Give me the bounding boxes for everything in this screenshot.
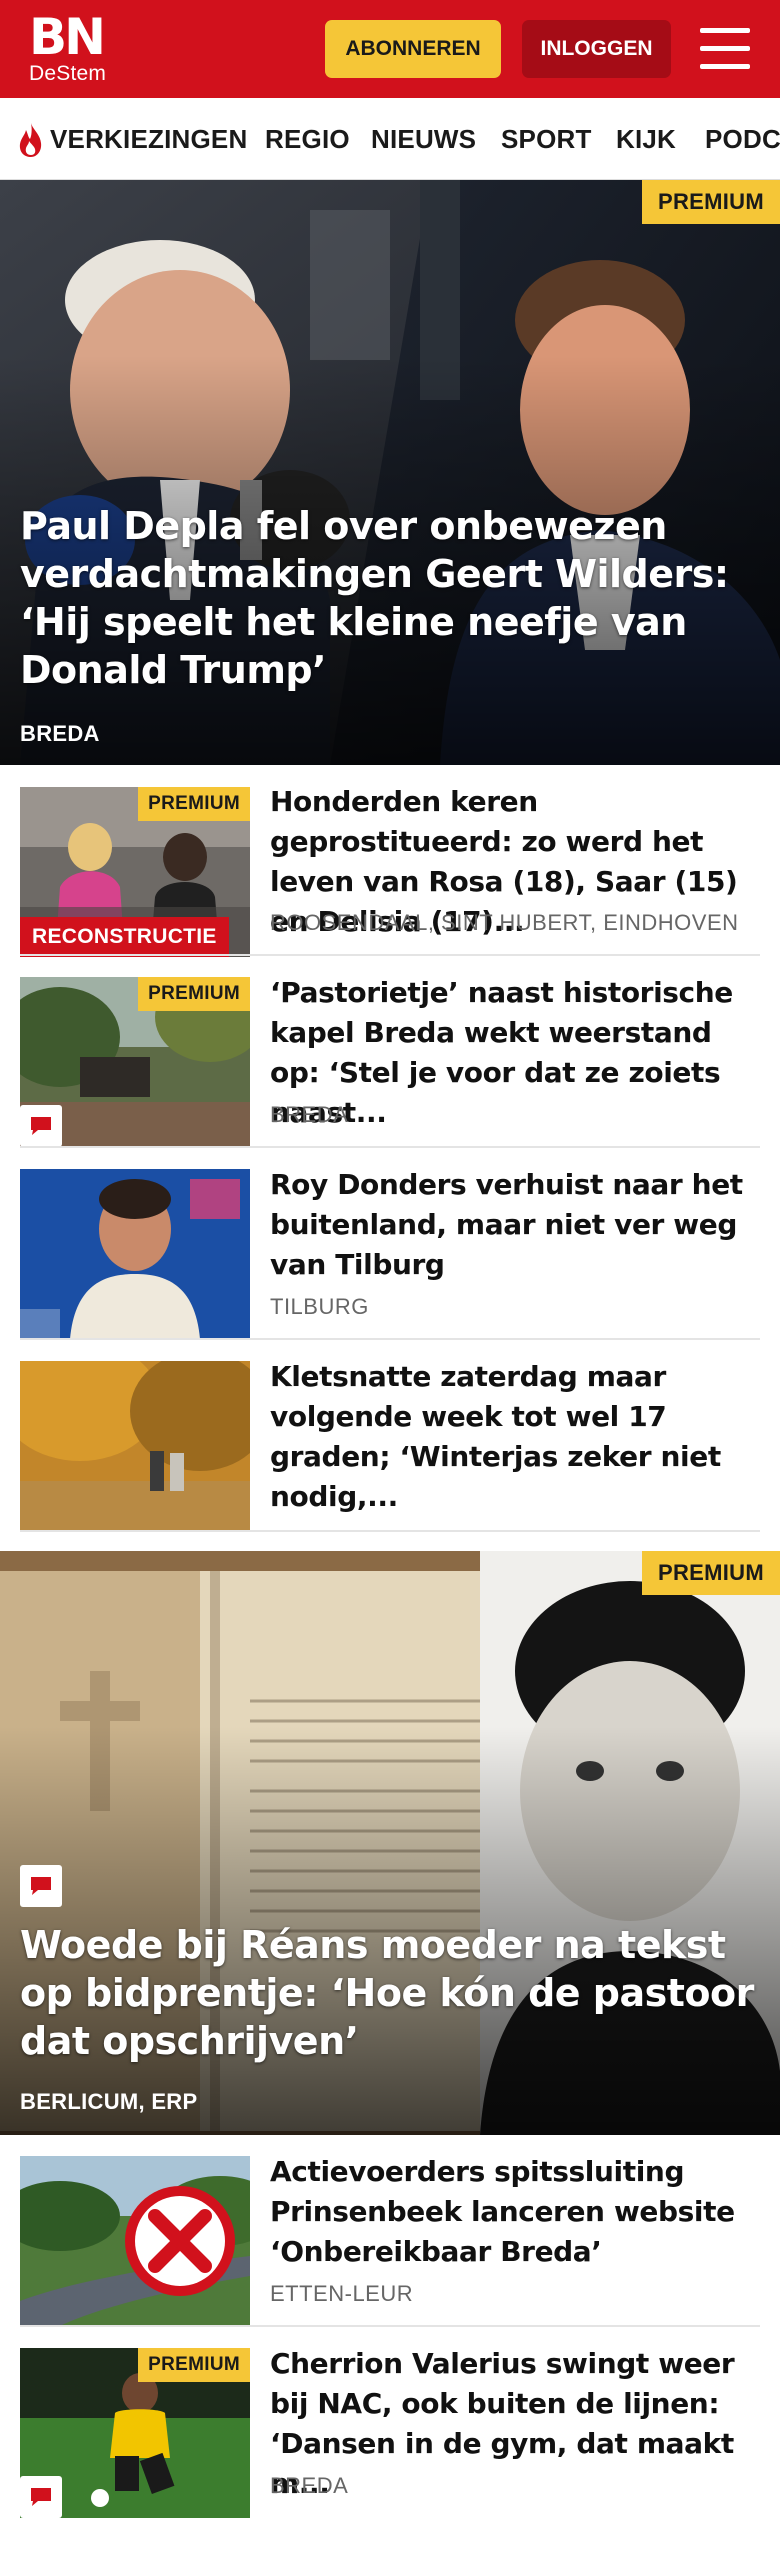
comment-icon [20,1865,62,1907]
divider [20,1530,760,1532]
article-thumbnail [20,2156,250,2326]
nav-item-kijk[interactable]: KIJK [616,122,676,156]
article-thumbnail: PREMIUM [20,977,250,1147]
nav-item-nieuws[interactable]: NIEUWS [371,122,476,156]
article-location: ETTEN-LEUR [270,2281,414,2306]
divider [20,1338,760,1340]
nav-item-verkiezingen[interactable]: VERKIEZINGEN [50,122,247,156]
article-location: ROOSENDAAL, SINT HUBERT, EINDHOVEN [270,910,739,935]
hero-location: BERLICUM, ERP [20,2089,198,2114]
article-location: TILBURG [270,1294,369,1319]
reconstructie-tag: RECONSTRUCTIE [20,917,229,957]
subscribe-button[interactable]: ABONNEREN [325,20,501,78]
article-thumbnail [20,1169,250,1339]
hero-article[interactable]: PREMIUM Paul Depla fel over onbewezen ve… [0,180,780,765]
article-headline[interactable]: Kletsnatte zaterdag maar volgende week t… [270,1357,760,1517]
premium-badge: PREMIUM [642,1551,780,1595]
divider [20,1146,760,1148]
autumn-image [20,1361,250,1531]
divider [20,2325,760,2327]
main-nav: VERKIEZINGEN REGIO NIEUWS SPORT KIJK POD… [0,98,780,180]
hero-article-2[interactable]: PREMIUM Woede bij Réans moeder na tekst … [0,1551,780,2135]
divider [20,954,760,956]
menu-icon[interactable] [700,28,750,70]
fire-icon [19,123,42,157]
premium-badge: PREMIUM [138,977,250,1011]
premium-badge: PREMIUM [642,180,780,224]
article-location: BREDA [270,2473,349,2498]
article-headline[interactable]: Roy Donders verhuist naar het buitenland… [270,1165,760,1285]
login-button[interactable]: INLOGGEN [522,20,671,78]
comment-icon [20,1105,62,1147]
hero-headline[interactable]: Woede bij Réans moeder na tekst op bidpr… [20,1921,760,2065]
comment-icon [20,2476,62,2518]
logo-sub: DeStem [29,62,107,85]
article-thumbnail: PREMIUM [20,2348,250,2518]
premium-badge: PREMIUM [138,2348,250,2382]
logo-main: BN [29,8,106,66]
road-image [20,2156,250,2326]
article-thumbnail [20,1361,250,1531]
article-location: BREDA [270,1102,349,1127]
nav-item-sport[interactable]: SPORT [501,122,592,156]
article-headline[interactable]: Actievoerders spitssluiting Prinsenbeek … [270,2152,760,2272]
site-logo[interactable]: BN DeStem [29,8,107,86]
site-header: BN DeStem ABONNEREN INLOGGEN [0,0,780,98]
nav-item-regio[interactable]: REGIO [265,122,350,156]
hero-location: BREDA [20,721,100,746]
hero-headline[interactable]: Paul Depla fel over onbewezen verdachtma… [20,502,760,694]
premium-badge: PREMIUM [138,787,250,821]
nav-item-podcasts[interactable]: PODCASTS [705,122,780,156]
portrait-image [20,1169,250,1339]
